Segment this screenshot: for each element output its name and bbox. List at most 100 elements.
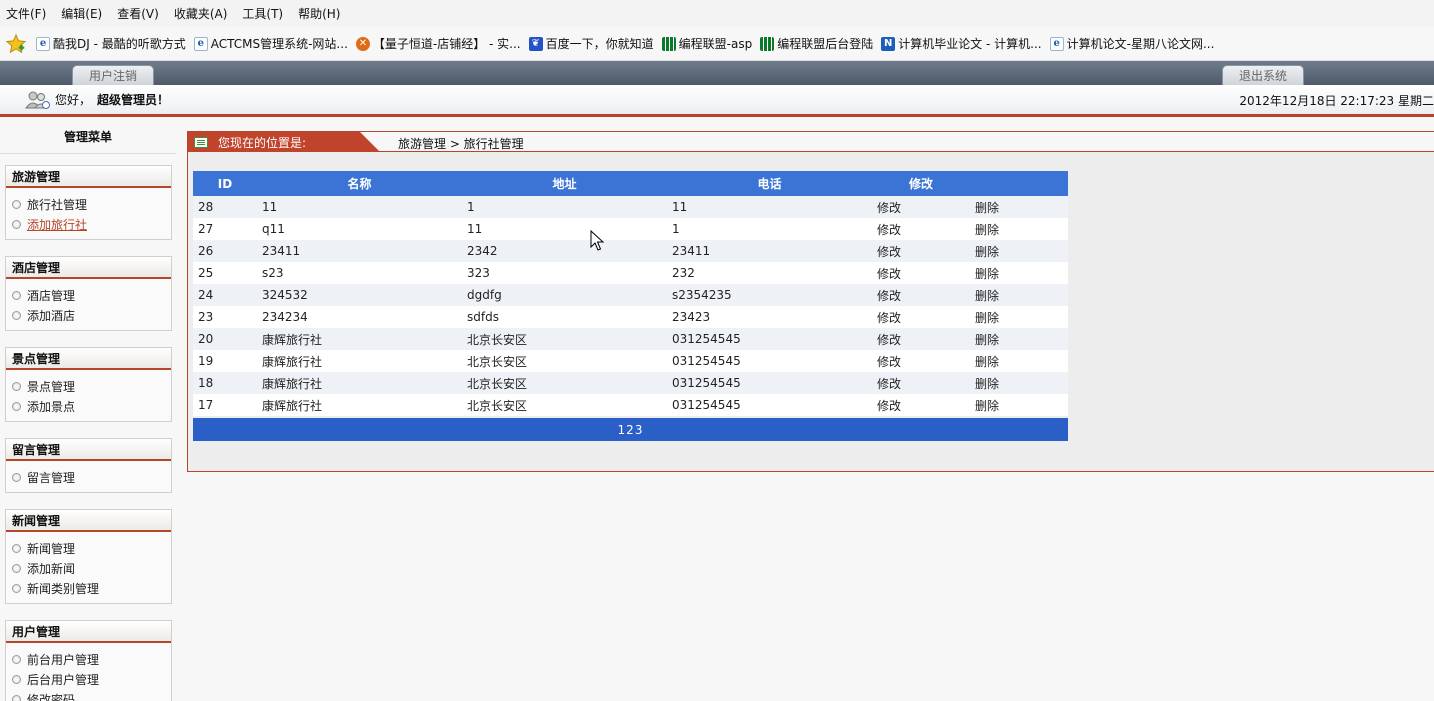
- favorite-link-kuwo[interactable]: e 酷我DJ - 最酷的听歌方式: [36, 35, 186, 52]
- cell-phone: 1: [667, 218, 872, 240]
- cell-address: 2342: [462, 240, 667, 262]
- delete-link[interactable]: 删除: [970, 328, 1068, 350]
- sidebar-group-title: 新闻管理: [6, 510, 171, 532]
- menu-view[interactable]: 查看(V): [117, 5, 159, 22]
- delete-link[interactable]: 删除: [970, 372, 1068, 394]
- cell-id: 19: [193, 350, 257, 372]
- sidebar-item-news-manage[interactable]: 新闻管理: [12, 538, 171, 558]
- favorite-link-bclm-asp[interactable]: 编程联盟-asp: [661, 35, 752, 52]
- edit-link[interactable]: 修改: [872, 328, 970, 350]
- table-header-row: ID 名称 地址 电话 修改: [193, 171, 1068, 196]
- delete-link[interactable]: 删除: [970, 196, 1068, 218]
- delete-link[interactable]: 删除: [970, 394, 1068, 416]
- bullet-icon: [12, 219, 21, 229]
- cell-phone: 031254545: [667, 350, 872, 372]
- bullet-icon: [12, 563, 21, 573]
- delete-link[interactable]: 删除: [970, 240, 1068, 262]
- sidebar-item-add-travel-agency[interactable]: 添加旅行社: [12, 214, 171, 234]
- bullet-icon: [12, 694, 21, 701]
- sidebar-item-add-news[interactable]: 添加新闻: [12, 558, 171, 578]
- delete-link[interactable]: 删除: [970, 306, 1068, 328]
- menu-tools[interactable]: 工具(T): [242, 5, 283, 22]
- cell-name: 康辉旅行社: [257, 328, 462, 350]
- cell-phone: 031254545: [667, 372, 872, 394]
- favorite-link-thesis[interactable]: N 计算机毕业论文 - 计算机...: [881, 35, 1042, 52]
- sidebar-item-add-hotel[interactable]: 添加酒店: [12, 305, 171, 325]
- cell-id: 20: [193, 328, 257, 350]
- menu-bar: 文件(F) 编辑(E) 查看(V) 收藏夹(A) 工具(T) 帮助(H): [0, 0, 1434, 27]
- col-header-delete: [970, 171, 1068, 196]
- sidebar-item-add-scenic[interactable]: 添加景点: [12, 396, 171, 416]
- cell-phone: 11: [667, 196, 872, 218]
- favorite-link-actcms[interactable]: e ACTCMS管理系统-网站...: [193, 35, 348, 52]
- sidebar-item-change-password[interactable]: 修改密码: [12, 689, 171, 701]
- menu-edit[interactable]: 编辑(E): [61, 5, 102, 22]
- sidebar-item-message-manage[interactable]: 留言管理: [12, 467, 171, 487]
- col-header-id: ID: [193, 171, 257, 196]
- cell-address: 323: [462, 262, 667, 284]
- cell-phone: 232: [667, 262, 872, 284]
- pagination[interactable]: 123: [193, 418, 1068, 441]
- sidebar-item-hotel-manage[interactable]: 酒店管理: [12, 285, 171, 305]
- edit-link[interactable]: 修改: [872, 372, 970, 394]
- sidebar-item-front-user-manage[interactable]: 前台用户管理: [12, 649, 171, 669]
- cell-phone: 23423: [667, 306, 872, 328]
- edit-link[interactable]: 修改: [872, 196, 970, 218]
- table-row: 25 s23 323 232 修改 删除: [193, 262, 1068, 284]
- ie-page-icon: e: [1049, 36, 1064, 51]
- sidebar-item-back-user-manage[interactable]: 后台用户管理: [12, 669, 171, 689]
- breadcrumb: 旅游管理 > 旅行社管理: [398, 137, 524, 151]
- favorite-link-thesis-2[interactable]: e 计算机论文-星期八论文网...: [1049, 35, 1214, 52]
- cell-id: 28: [193, 196, 257, 218]
- table-row: 20 康辉旅行社 北京长安区 031254545 修改 删除: [193, 328, 1068, 350]
- baidu-paw-icon: ❦: [528, 36, 543, 51]
- logout-user-tab[interactable]: 用户注销: [72, 65, 154, 85]
- delete-link[interactable]: 删除: [970, 218, 1068, 240]
- ie-page-icon: e: [36, 36, 50, 51]
- cell-id: 24: [193, 284, 257, 306]
- favorites-star-icon[interactable]: [4, 32, 28, 56]
- cell-name: 11: [257, 196, 462, 218]
- sidebar-item-scenic-manage[interactable]: 景点管理: [12, 376, 171, 396]
- greeting-text: 您好，: [55, 93, 92, 107]
- cell-name: 康辉旅行社: [257, 372, 462, 394]
- cell-name: q11: [257, 218, 462, 240]
- delete-link[interactable]: 删除: [970, 284, 1068, 306]
- delete-link[interactable]: 删除: [970, 350, 1068, 372]
- edit-link[interactable]: 修改: [872, 218, 970, 240]
- location-bar: 您现在的位置是: 旅游管理 > 旅行社管理: [188, 132, 1434, 152]
- sidebar-group-title: 旅游管理: [6, 166, 171, 188]
- bullet-icon: [12, 401, 21, 411]
- edit-link[interactable]: 修改: [872, 306, 970, 328]
- sidebar-group-message: 留言管理 留言管理: [5, 438, 172, 493]
- favorite-link-baidu[interactable]: ❦ 百度一下，你就知道: [528, 35, 654, 52]
- sidebar-item-news-category[interactable]: 新闻类别管理: [12, 578, 171, 598]
- menu-favorites[interactable]: 收藏夹(A): [174, 5, 228, 22]
- admin-name: 超级管理员！: [97, 93, 170, 107]
- favorite-link-bclm-login[interactable]: 编程联盟后台登陆: [760, 35, 873, 52]
- sidebar-group-title: 酒店管理: [6, 257, 171, 279]
- exit-system-tab[interactable]: 退出系统: [1222, 65, 1304, 85]
- sidebar-group-title: 用户管理: [6, 621, 171, 643]
- sidebar-group-title: 留言管理: [6, 439, 171, 461]
- menu-help[interactable]: 帮助(H): [298, 5, 340, 22]
- edit-link[interactable]: 修改: [872, 262, 970, 284]
- delete-link[interactable]: 删除: [970, 262, 1068, 284]
- cell-address: 1: [462, 196, 667, 218]
- edit-link[interactable]: 修改: [872, 394, 970, 416]
- main-panel: 您现在的位置是: 旅游管理 > 旅行社管理 ID 名称 地址 电话 修改 28 …: [187, 131, 1434, 472]
- cell-phone: 23411: [667, 240, 872, 262]
- col-header-name: 名称: [257, 171, 462, 196]
- cell-name: 23411: [257, 240, 462, 262]
- message-icon: [194, 136, 208, 148]
- edit-link[interactable]: 修改: [872, 240, 970, 262]
- sidebar-group-news: 新闻管理 新闻管理 添加新闻 新闻类别管理: [5, 509, 172, 604]
- edit-link[interactable]: 修改: [872, 284, 970, 306]
- sidebar-item-travel-agency-manage[interactable]: 旅行社管理: [12, 194, 171, 214]
- bullet-icon: [12, 472, 21, 482]
- edit-link[interactable]: 修改: [872, 350, 970, 372]
- favorite-link-liangzi[interactable]: ✕ 【量子恒道-店铺经】 - 实...: [355, 35, 521, 52]
- top-band: 用户注销 退出系统: [0, 61, 1434, 85]
- favorites-bar: e 酷我DJ - 最酷的听歌方式 e ACTCMS管理系统-网站... ✕ 【量子恒道…: [0, 27, 1434, 61]
- menu-file[interactable]: 文件(F): [6, 5, 46, 22]
